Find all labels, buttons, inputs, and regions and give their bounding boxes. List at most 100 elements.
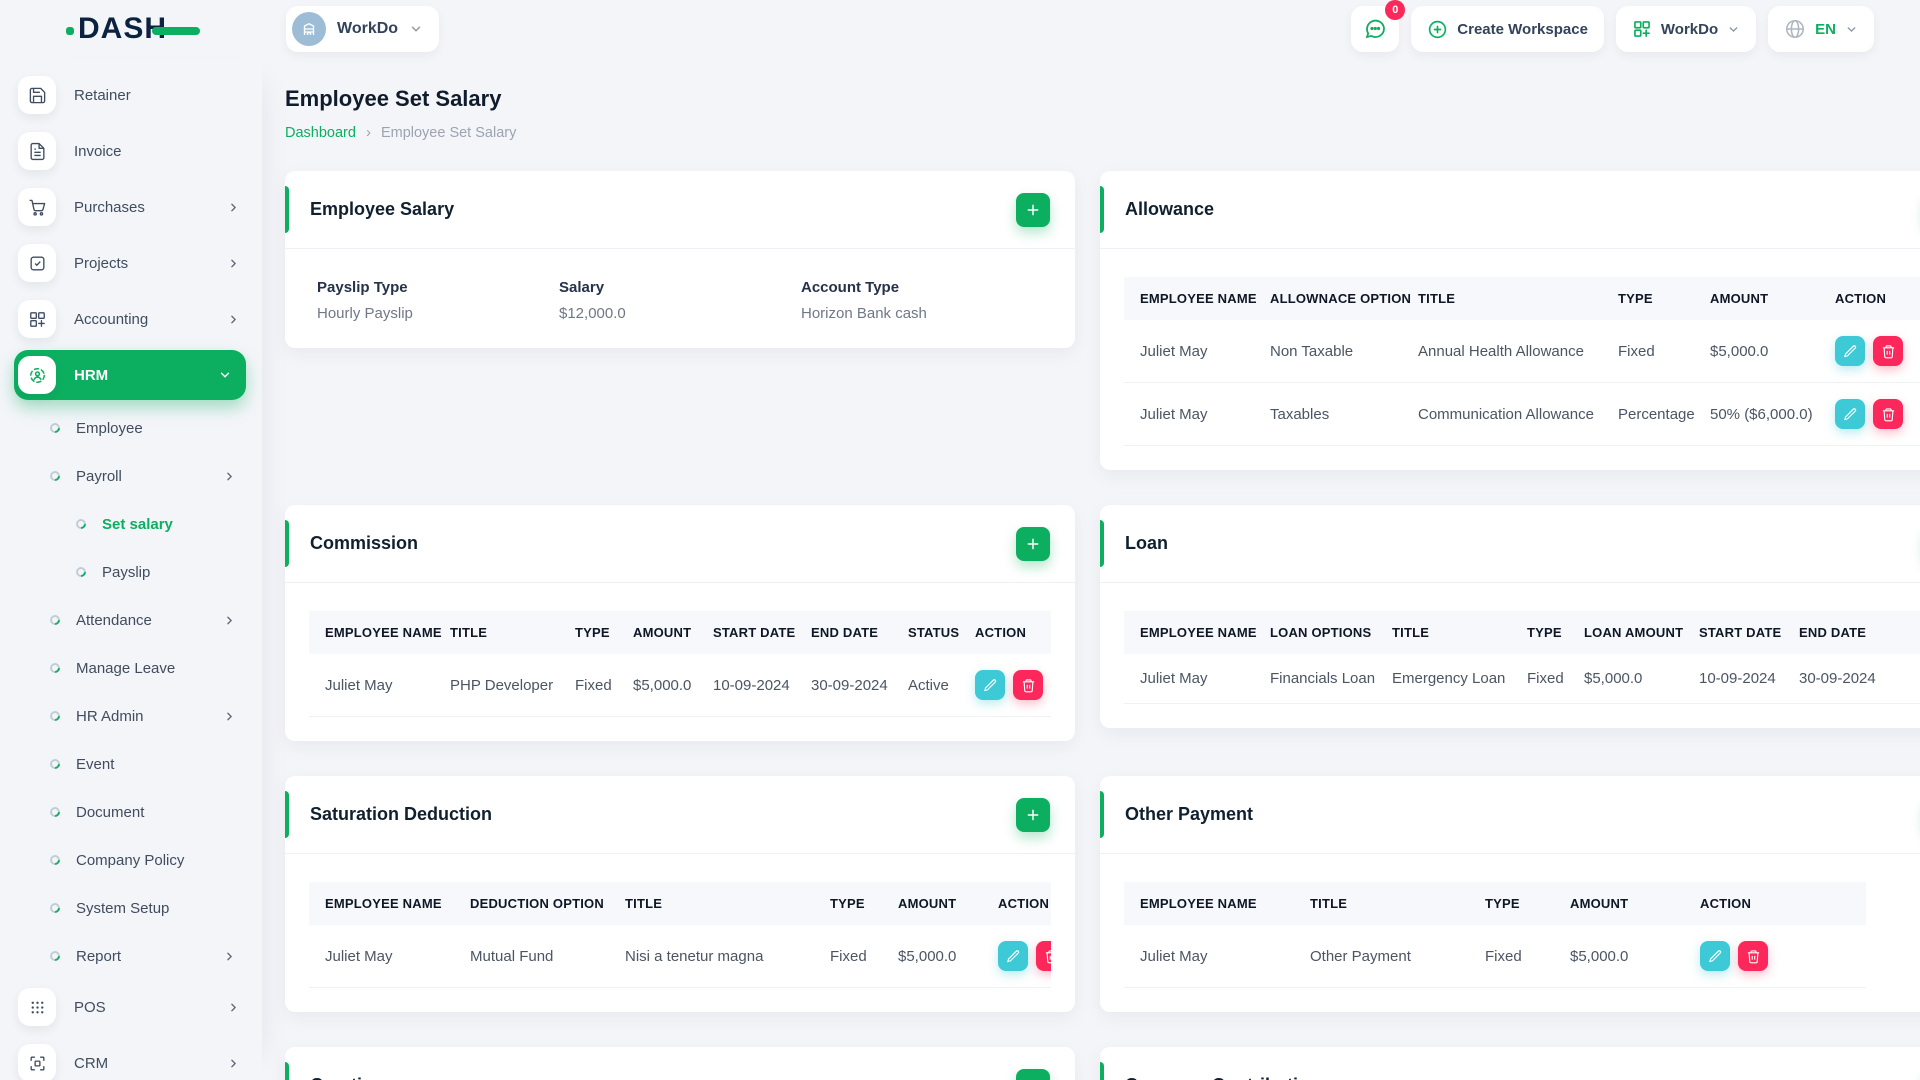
card-header: Employee Salary <box>285 171 1075 249</box>
messages-count-badge: 0 <box>1385 0 1406 20</box>
sidebar-item-invoice[interactable]: Invoice <box>14 126 254 176</box>
card-employee-salary: Employee Salary Payslip Type Hourly Pays… <box>285 171 1075 348</box>
field-salary: Salary $12,000.0 <box>559 279 626 322</box>
sidebar-item-accounting[interactable]: Accounting <box>14 294 254 344</box>
card-commission: Commission Employee Name Title Type Amou… <box>285 505 1075 741</box>
bullet-icon <box>47 852 63 868</box>
card-header: Overtime <box>285 1047 1075 1080</box>
sidebar-item-manage-leave[interactable]: Manage Leave <box>14 646 254 690</box>
app-switcher-label: WorkDo <box>1660 20 1719 38</box>
bullet-icon <box>47 468 63 484</box>
sidebar-item-pos[interactable]: POS <box>14 982 254 1032</box>
chevron-down-icon <box>411 26 421 32</box>
grid-plus-icon <box>18 300 56 338</box>
bullet-icon <box>47 948 63 964</box>
bullet-icon <box>47 804 63 820</box>
delete-button[interactable] <box>1013 670 1043 700</box>
bullet-icon <box>73 564 89 580</box>
card-title: Overtime <box>310 1075 388 1080</box>
sidebar-item-system-setup[interactable]: System Setup <box>14 886 254 930</box>
add-employee-salary-button[interactable] <box>1016 192 1050 227</box>
sidebar-item-report[interactable]: Report <box>14 934 254 978</box>
table-container: Employee Name Title Type Amount Start Da… <box>309 611 1051 717</box>
plus-icon <box>1027 204 1039 215</box>
breadcrumb-separator-icon: › <box>365 124 371 141</box>
pos-grid-icon <box>18 988 56 1026</box>
sidebar-item-retainer[interactable]: Retainer <box>14 70 254 120</box>
card-other-payment: Other Payment Employee Name Title Type A… <box>1100 776 1920 1012</box>
messages-button[interactable]: 0 <box>1351 0 1406 52</box>
edit-button[interactable] <box>1835 399 1865 429</box>
delete-button[interactable] <box>1036 941 1051 971</box>
bullet-icon <box>47 420 63 436</box>
bullet-icon <box>47 708 63 724</box>
sidebar-item-event[interactable]: Event <box>14 742 254 786</box>
status-text: Active <box>892 654 959 717</box>
trash-icon <box>1022 678 1034 692</box>
chevron-right-icon <box>227 952 233 960</box>
add-overtime-button[interactable] <box>1016 1068 1050 1080</box>
card-allowance: Allowance Employee Name Allownace Option… <box>1100 171 1920 470</box>
card-header: Saturation Deduction <box>285 776 1075 854</box>
chevron-down-icon <box>1729 26 1738 32</box>
logo-area: DASH <box>0 14 262 44</box>
pencil-icon <box>1708 949 1721 962</box>
edit-button[interactable] <box>1835 336 1865 366</box>
sidebar-item-document[interactable]: Document <box>14 790 254 834</box>
chevron-right-icon <box>227 712 233 720</box>
card-body: Employee Name Deduction Option Title Typ… <box>285 854 1075 1012</box>
card-title: Company Contribution <box>1125 1075 1320 1080</box>
sidebar-item-hrm[interactable]: HRM <box>14 350 246 400</box>
table-header-row: Employee Name Title Type Amount Action <box>1124 882 1866 925</box>
card-header: Allowance <box>1100 171 1920 249</box>
workspace-switcher[interactable]: WorkDo <box>286 6 440 52</box>
language-label: EN <box>1815 20 1836 38</box>
card-header: Company Contribution <box>1100 1047 1920 1080</box>
pencil-icon <box>1843 344 1856 357</box>
sidebar-item-projects[interactable]: Projects <box>14 238 254 288</box>
table-header-row: Employee Name Title Type Amount Start Da… <box>309 611 1051 654</box>
edit-button[interactable] <box>998 941 1028 971</box>
sidebar-item-crm[interactable]: CRM <box>14 1038 254 1080</box>
edit-button[interactable] <box>1700 941 1730 971</box>
sidebar-item-attendance[interactable]: Attendance <box>14 598 254 642</box>
saturation-deduction-table: Employee Name Deduction Option Title Typ… <box>309 882 1051 988</box>
chevron-right-icon <box>231 259 237 267</box>
table-row: Juliet May Other Payment Fixed $5,000.0 <box>1124 925 1866 988</box>
delete-button[interactable] <box>1873 336 1903 366</box>
breadcrumb-dashboard-link[interactable]: Dashboard <box>285 125 356 141</box>
delete-button[interactable] <box>1873 399 1903 429</box>
sidebar: Retainer Invoice Purchases Projects Acco… <box>0 58 262 1080</box>
table-container: Employee Name Title Type Amount Action J… <box>1124 882 1920 988</box>
card-header: Commission <box>285 505 1075 583</box>
chevron-right-icon <box>231 1059 237 1067</box>
invoice-icon <box>18 132 56 170</box>
sidebar-item-payslip[interactable]: Payslip <box>14 550 254 594</box>
edit-button[interactable] <box>975 670 1005 700</box>
card-loan: Loan Employee Name Loan Options Title Ty… <box>1100 505 1920 728</box>
other-payment-table: Employee Name Title Type Amount Action J… <box>1124 882 1866 988</box>
app-switcher-button[interactable]: WorkDo <box>1615 6 1757 52</box>
sidebar-item-employee[interactable]: Employee <box>14 406 254 450</box>
add-saturation-deduction-button[interactable] <box>1016 797 1050 832</box>
sidebar-item-hr-admin[interactable]: HR Admin <box>14 694 254 738</box>
add-commission-button[interactable] <box>1016 526 1050 561</box>
language-button[interactable]: EN <box>1768 6 1874 52</box>
page-title: Employee Set Salary <box>285 86 502 111</box>
create-workspace-button[interactable]: Create Workspace <box>1411 6 1604 52</box>
commission-table: Employee Name Title Type Amount Start Da… <box>309 611 1051 717</box>
chevron-down-icon <box>220 372 230 378</box>
sidebar-item-set-salary[interactable]: Set salary <box>14 502 254 546</box>
workspace-name: WorkDo <box>337 20 399 37</box>
sidebar-item-payroll[interactable]: Payroll <box>14 454 254 498</box>
card-body: Employee Name Allownace Option Title Typ… <box>1100 249 1920 470</box>
sidebar-item-purchases[interactable]: Purchases <box>14 182 254 232</box>
plus-circle-icon <box>1429 20 1447 38</box>
card-title: Loan <box>1125 533 1168 553</box>
table-row: Juliet May Taxables Communication Allowa… <box>1124 382 1920 446</box>
delete-button[interactable] <box>1738 941 1768 971</box>
card-title: Allowance <box>1125 199 1215 219</box>
create-workspace-label: Create Workspace <box>1457 20 1588 38</box>
table-header-row: Employee Name Loan Options Title Type Lo… <box>1124 611 1920 654</box>
sidebar-item-company-policy[interactable]: Company Policy <box>14 838 254 882</box>
